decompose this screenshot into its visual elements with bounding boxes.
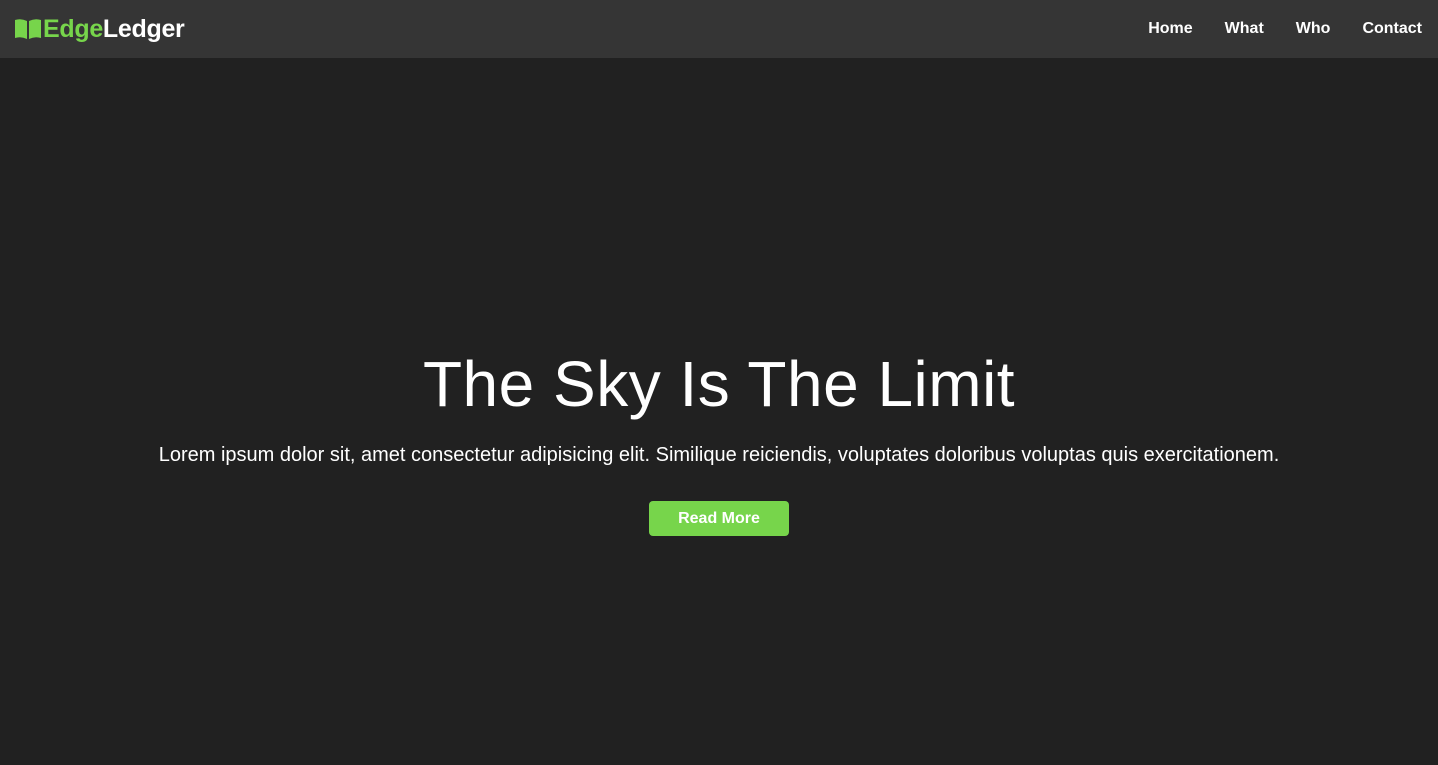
nav-item-home: Home: [1148, 20, 1192, 38]
hero-title: The Sky Is The Limit: [422, 348, 1016, 420]
brand-logo-link[interactable]: Edge Ledger: [14, 14, 185, 44]
nav-menu: Home What Who Contact: [1116, 20, 1422, 38]
nav-link-who[interactable]: Who: [1296, 20, 1331, 37]
nav-item-what: What: [1225, 20, 1264, 38]
nav-item-who: Who: [1296, 20, 1331, 38]
read-more-button[interactable]: Read More: [649, 501, 789, 536]
navbar: Edge Ledger Home What Who Contact: [0, 0, 1438, 58]
nav-item-contact: Contact: [1362, 20, 1422, 38]
open-book-icon: [14, 17, 42, 41]
brand-name-accent: Edge: [43, 14, 103, 43]
brand-name-main: Ledger: [102, 14, 185, 43]
nav-link-what[interactable]: What: [1225, 20, 1264, 37]
nav-link-home[interactable]: Home: [1148, 20, 1192, 37]
hero-section: The Sky Is The Limit Lorem ipsum dolor s…: [0, 58, 1438, 765]
nav-link-contact[interactable]: Contact: [1362, 20, 1422, 37]
hero-description: Lorem ipsum dolor sit, amet consectetur …: [158, 444, 1280, 466]
